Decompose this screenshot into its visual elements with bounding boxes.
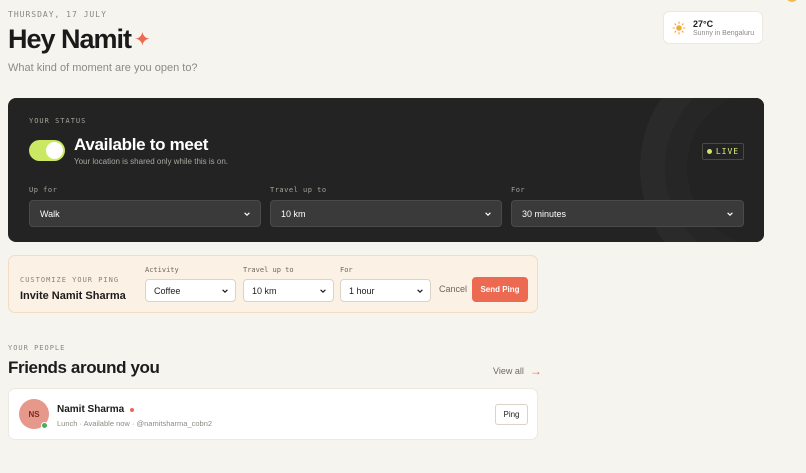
status-section-label: YOUR STATUS <box>29 117 87 125</box>
activity-value: Coffee <box>154 285 181 296</box>
friend-card: NS Namit Sharma Lunch · Available now · … <box>8 388 538 440</box>
travel-label: Travel up to <box>270 186 327 194</box>
ping-travel-label: Travel up to <box>243 266 294 274</box>
ping-travel-value: 10 km <box>252 285 277 296</box>
sparkle-icon: ✦ <box>134 29 151 51</box>
date-label: THURSDAY, 17 JULY <box>8 10 107 19</box>
ping-duration-select[interactable]: 1 hour <box>340 279 431 302</box>
ping-title: Invite Namit Sharma <box>20 290 126 302</box>
chevron-down-icon <box>485 211 491 216</box>
sun-icon <box>672 20 686 35</box>
duration-label: For <box>511 186 526 194</box>
customize-ping-card: CUSTOMIZE YOUR PING Invite Namit Sharma … <box>8 255 538 313</box>
arrow-right-icon: → <box>529 364 542 378</box>
duration-value: 30 minutes <box>522 208 567 219</box>
page-subtitle: What kind of moment are you open to? <box>8 62 198 74</box>
up-for-label: Up for <box>29 186 58 194</box>
up-for-value: Walk <box>40 208 60 219</box>
travel-select[interactable]: 10 km <box>270 200 502 227</box>
ping-travel-select[interactable]: 10 km <box>243 279 334 302</box>
view-all-label: View all <box>493 366 524 376</box>
ping-kicker: CUSTOMIZE YOUR PING <box>20 276 120 284</box>
ping-friend-button[interactable]: Ping <box>495 404 528 425</box>
chevron-down-icon <box>320 288 326 293</box>
greeting-text: Hey Namit <box>8 24 132 54</box>
toggle-knob <box>46 142 63 159</box>
new-dot-icon <box>130 407 135 412</box>
up-for-select[interactable]: Walk <box>29 200 261 227</box>
people-kicker: YOUR PEOPLE <box>8 344 66 352</box>
friend-name-text: Namit Sharma <box>57 404 125 415</box>
availability-subtitle: Your location is shared only while this … <box>74 157 229 166</box>
activity-select[interactable]: Coffee <box>145 279 236 302</box>
live-badge: LIVE <box>702 143 744 160</box>
availability-toggle[interactable] <box>29 140 65 161</box>
chevron-down-icon <box>222 288 228 293</box>
availability-title: Available to meet <box>74 135 209 154</box>
page-title: Hey Namit ✦ <box>8 24 151 55</box>
friend-name: Namit Sharma <box>57 404 135 415</box>
view-all-link[interactable]: View all → <box>493 364 542 378</box>
chevron-down-icon <box>244 211 250 216</box>
ping-duration-label: For <box>340 266 353 274</box>
status-card: YOUR STATUS Available to meet Your locat… <box>8 98 764 242</box>
live-label: LIVE <box>715 147 740 156</box>
weather-widget: 27°C Sunny in Bengaluru <box>663 11 763 44</box>
people-title: Friends around you <box>8 358 160 377</box>
friend-meta: Lunch · Available now · @namitsharma_cob… <box>57 419 213 428</box>
live-dot-icon <box>706 149 712 154</box>
duration-select[interactable]: 30 minutes <box>511 200 744 227</box>
activity-label: Activity <box>145 266 179 274</box>
chevron-down-icon <box>727 211 733 216</box>
notification-icon[interactable] <box>782 0 802 6</box>
weather-temperature: 27°C <box>693 18 714 29</box>
online-status-icon <box>41 422 48 429</box>
send-ping-button[interactable]: Send Ping <box>472 277 528 302</box>
chevron-down-icon <box>417 288 423 293</box>
travel-value: 10 km <box>281 208 306 219</box>
ping-duration-value: 1 hour <box>349 285 375 296</box>
weather-condition: Sunny in Bengaluru <box>693 29 755 37</box>
cancel-button[interactable]: Cancel <box>439 284 467 294</box>
